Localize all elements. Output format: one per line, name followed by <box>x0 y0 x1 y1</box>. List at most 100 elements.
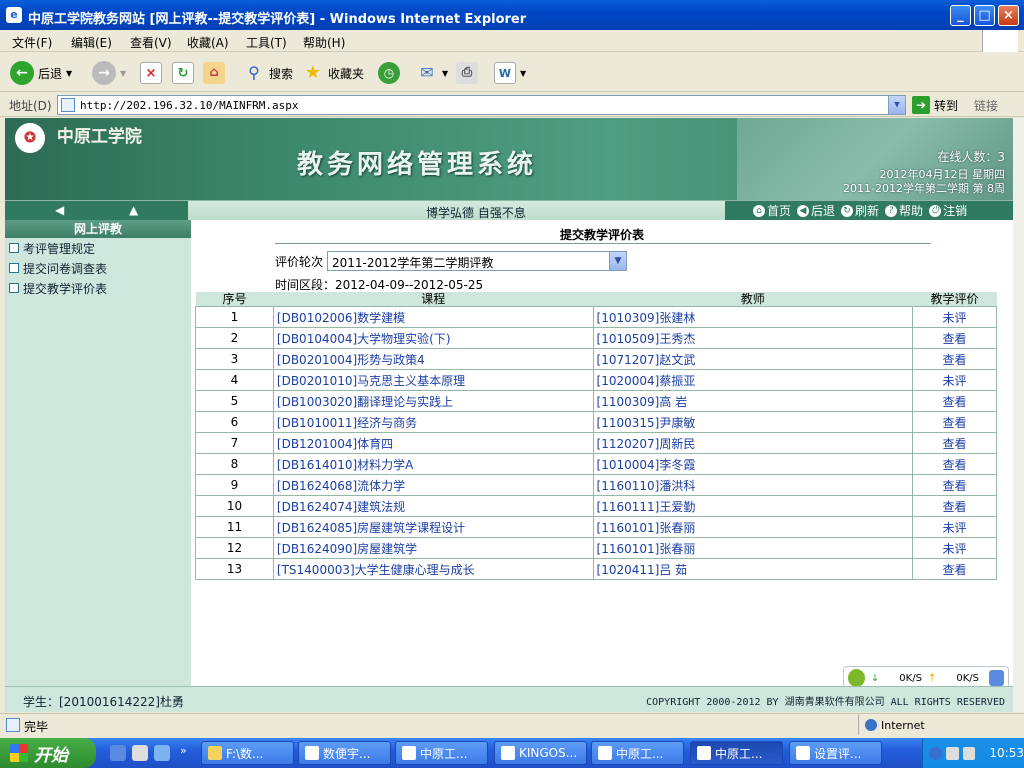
evaluation-link[interactable]: 查看 <box>943 500 967 514</box>
teacher-link-cell: [1100315]尹康敏 <box>592 411 914 433</box>
quicklaunch-ie-icon[interactable] <box>110 745 126 761</box>
menu-favorites[interactable]: 收藏(A) <box>187 34 229 51</box>
go-button[interactable]: ➔ 转到 <box>912 95 958 115</box>
quicklaunch-desktop-icon[interactable] <box>154 745 170 761</box>
edit-dropdown-icon[interactable]: ▼ <box>520 69 526 78</box>
evaluation-link[interactable]: 未评 <box>943 521 967 535</box>
course-link[interactable]: [DB1201004]体育四 <box>277 437 393 451</box>
task-ie-2[interactable]: 中原工... <box>591 741 684 765</box>
menu-edit[interactable]: 编辑(E) <box>71 34 112 51</box>
evaluation-link[interactable]: 查看 <box>943 416 967 430</box>
close-button[interactable]: × <box>998 5 1019 26</box>
course-link[interactable]: [DB1624068]流体力学 <box>277 479 405 493</box>
evaluation-link[interactable]: 查看 <box>943 458 967 472</box>
history-button[interactable]: ◷ <box>378 59 400 87</box>
collapse-left-icon[interactable]: ◀ <box>55 203 64 217</box>
back-dropdown-icon[interactable]: ▼ <box>66 69 72 78</box>
chevron-down-icon[interactable]: ▼ <box>609 252 627 270</box>
evaluation-link[interactable]: 查看 <box>943 437 967 451</box>
task-kingos[interactable]: KINGOS... <box>494 741 587 765</box>
course-link[interactable]: [DB1614010]材料力学A <box>277 458 414 472</box>
teacher-link[interactable]: [1010309]张建林 <box>597 311 696 325</box>
course-link[interactable]: [DB1624090]房屋建筑学 <box>277 542 417 556</box>
maximize-button[interactable]: □ <box>974 5 995 26</box>
course-link[interactable]: [DB1010011]经济与商务 <box>277 416 417 430</box>
help-link[interactable]: ? 帮助 <box>885 202 923 219</box>
mail-button[interactable]: ✉ ▼ <box>416 59 448 87</box>
task-ie-1[interactable]: 中原工... <box>395 741 488 765</box>
refresh-link[interactable]: ↻ 刷新 <box>841 202 879 219</box>
title-bar[interactable]: e 中原工学院教务网站 [网上评教--提交教学评价表] - Windows In… <box>0 0 1024 30</box>
clock[interactable]: 10:53 <box>989 746 1024 760</box>
teacher-link[interactable]: [1160101]张春丽 <box>597 542 696 556</box>
teacher-link[interactable]: [1160111]王爱勤 <box>597 500 696 514</box>
forward-button[interactable]: → ▼ <box>92 59 126 87</box>
round-select[interactable]: 2011-2012学年第二学期评教 ▼ <box>327 251 628 271</box>
search-label: 搜索 <box>269 66 294 81</box>
vertical-scrollbar[interactable] <box>1013 118 1024 712</box>
course-link[interactable]: [TS1400003]大学生健康心理与成长 <box>277 563 475 577</box>
quicklaunch-more-icon[interactable]: » <box>180 744 187 757</box>
teacher-link[interactable]: [1100315]尹康敏 <box>597 416 696 430</box>
tray-arrow-icon[interactable] <box>929 746 942 760</box>
tray-volume-icon[interactable] <box>962 746 976 760</box>
collapse-up-icon[interactable]: ▲ <box>129 203 138 217</box>
course-link[interactable]: [DB0201010]马克思主义基本原理 <box>277 374 465 388</box>
teacher-link[interactable]: [1160110]潘洪科 <box>597 479 696 493</box>
links-button[interactable]: 链接 <box>974 97 998 114</box>
menu-view[interactable]: 查看(V) <box>130 34 172 51</box>
forward-dropdown-icon[interactable]: ▼ <box>120 69 126 78</box>
tray-network-icon[interactable] <box>945 746 959 760</box>
task-settings[interactable]: 设置评... <box>789 741 882 765</box>
logout-link[interactable]: ⏻ 注销 <box>929 202 967 219</box>
favorites-button[interactable]: ★ 收藏夹 <box>302 59 364 87</box>
sidebar-item-evaluation[interactable]: 提交教学评价表 <box>5 278 191 298</box>
stop-button[interactable]: × <box>140 59 162 87</box>
teacher-link[interactable]: [1010509]王秀杰 <box>597 332 696 346</box>
course-link[interactable]: [DB1624085]房屋建筑学课程设计 <box>277 521 465 535</box>
evaluation-link[interactable]: 查看 <box>943 332 967 346</box>
course-link[interactable]: [DB1003020]翻译理论与实践上 <box>277 395 453 409</box>
menu-file[interactable]: 文件(F) <box>12 34 52 51</box>
back-link[interactable]: ◀ 后退 <box>797 202 835 219</box>
refresh-button[interactable]: ↻ <box>172 59 194 87</box>
sidebar-item-survey[interactable]: 提交问卷调查表 <box>5 258 191 278</box>
course-link[interactable]: [DB0201004]形势与政策4 <box>277 353 425 367</box>
sidebar-item-rules[interactable]: 考评管理规定 <box>5 238 191 258</box>
home-button[interactable]: ⌂ <box>203 59 225 87</box>
teacher-link[interactable]: [1071207]赵文武 <box>597 353 696 367</box>
home-link[interactable]: ⌂ 首页 <box>753 202 791 219</box>
teacher-link[interactable]: [1100309]高 岩 <box>597 395 688 409</box>
teacher-link[interactable]: [1160101]张春丽 <box>597 521 696 535</box>
task-folder[interactable]: F:\数... <box>201 741 294 765</box>
address-input[interactable]: http://202.196.32.10/MAINFRM.aspx ▼ <box>57 95 906 115</box>
quicklaunch-app-icon[interactable] <box>132 745 148 761</box>
teacher-link[interactable]: [1010004]李冬霞 <box>597 458 696 472</box>
course-link[interactable]: [DB0104004]大学物理实验(下) <box>277 332 451 346</box>
edit-button[interactable]: W ▼ <box>494 59 526 87</box>
task-ie-3[interactable]: 中原工... <box>690 741 783 765</box>
evaluation-link[interactable]: 查看 <box>943 563 967 577</box>
course-link[interactable]: [DB0102006]数学建模 <box>277 311 405 325</box>
task-word[interactable]: 数便宇... <box>298 741 391 765</box>
print-button[interactable]: ⎙ <box>456 59 478 87</box>
evaluation-link[interactable]: 未评 <box>943 311 967 325</box>
menu-help[interactable]: 帮助(H) <box>303 34 345 51</box>
address-dropdown-icon[interactable]: ▼ <box>888 96 905 114</box>
evaluation-link[interactable]: 查看 <box>943 353 967 367</box>
menu-tools[interactable]: 工具(T) <box>246 34 287 51</box>
teacher-link[interactable]: [1020004]蔡振亚 <box>597 374 696 388</box>
mail-dropdown-icon[interactable]: ▼ <box>442 69 448 78</box>
course-link[interactable]: [DB1624074]建筑法规 <box>277 500 405 514</box>
teacher-link[interactable]: [1120207]周新民 <box>597 437 696 451</box>
evaluation-link[interactable]: 未评 <box>943 542 967 556</box>
minimize-button[interactable]: _ <box>950 5 971 26</box>
evaluation-link[interactable]: 未评 <box>943 374 967 388</box>
back-button[interactable]: ← 后退 ▼ <box>10 59 72 87</box>
search-button[interactable]: ⚲ 搜索 <box>243 59 293 87</box>
teacher-link[interactable]: [1020411]吕 茹 <box>597 563 688 577</box>
start-button[interactable]: 开始 <box>0 738 96 768</box>
evaluation-link[interactable]: 查看 <box>943 395 967 409</box>
task-label: F:\数... <box>226 746 264 761</box>
evaluation-link[interactable]: 查看 <box>943 479 967 493</box>
